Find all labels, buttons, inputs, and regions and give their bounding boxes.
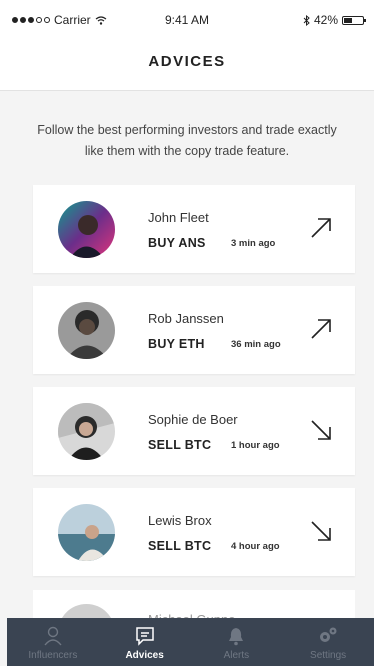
advice-time: 36 min ago bbox=[231, 339, 281, 350]
advice-time: 1 hour ago bbox=[231, 440, 280, 451]
advice-time: 4 hour ago bbox=[231, 541, 280, 552]
arrow-down-right-icon[interactable] bbox=[310, 520, 332, 542]
advice-card[interactable]: Sophie de Boer SELL BTC 1 hour ago bbox=[33, 387, 355, 475]
avatar bbox=[58, 403, 115, 460]
battery-icon bbox=[342, 15, 366, 25]
tab-alerts[interactable]: Alerts bbox=[191, 618, 283, 666]
trade-action: BUY ANS bbox=[148, 236, 206, 250]
influencer-name: John Fleet bbox=[148, 210, 209, 225]
influencer-name: Rob Janssen bbox=[148, 311, 224, 326]
advice-card[interactable]: Rob Janssen BUY ETH 36 min ago bbox=[33, 286, 355, 374]
arrow-up-right-icon[interactable] bbox=[310, 217, 332, 239]
chat-icon bbox=[135, 627, 154, 646]
avatar bbox=[58, 504, 115, 561]
advice-card[interactable]: Lewis Brox SELL BTC 4 hour ago bbox=[33, 488, 355, 576]
battery-indicator: 42% bbox=[303, 13, 366, 27]
tab-label: Advices bbox=[125, 650, 164, 661]
bluetooth-icon bbox=[303, 14, 310, 26]
avatar bbox=[58, 302, 115, 359]
gears-icon bbox=[320, 627, 337, 642]
influencer-name: Sophie de Boer bbox=[148, 412, 238, 427]
tab-bar: Influencers Advices Alerts Settings bbox=[7, 618, 374, 666]
tab-influencers[interactable]: Influencers bbox=[7, 618, 99, 666]
avatar bbox=[58, 201, 115, 258]
bell-icon bbox=[229, 628, 244, 646]
intro-text: Follow the best performing investors and… bbox=[37, 123, 337, 158]
tab-label: Settings bbox=[310, 650, 347, 661]
advice-time: 3 min ago bbox=[231, 238, 276, 249]
tab-settings[interactable]: Settings bbox=[282, 618, 374, 666]
tab-advices[interactable]: Advices bbox=[99, 618, 191, 666]
arrow-down-right-icon[interactable] bbox=[310, 419, 332, 441]
status-bar: Carrier 9:41 AM 42% bbox=[0, 0, 374, 40]
page-title: ADVICES bbox=[148, 53, 226, 70]
tab-label: Alerts bbox=[223, 650, 250, 661]
trade-action: SELL BTC bbox=[148, 539, 212, 553]
influencer-name: Lewis Brox bbox=[148, 513, 212, 528]
trade-action: BUY ETH bbox=[148, 337, 205, 351]
header: ADVICES bbox=[0, 40, 374, 91]
trade-action: SELL BTC bbox=[148, 438, 212, 452]
advice-card[interactable]: John Fleet BUY ANS 3 min ago bbox=[33, 185, 355, 273]
tab-label: Influencers bbox=[28, 650, 78, 661]
person-icon bbox=[44, 626, 62, 646]
battery-label: 42% bbox=[313, 13, 338, 27]
arrow-up-right-icon[interactable] bbox=[310, 318, 332, 340]
